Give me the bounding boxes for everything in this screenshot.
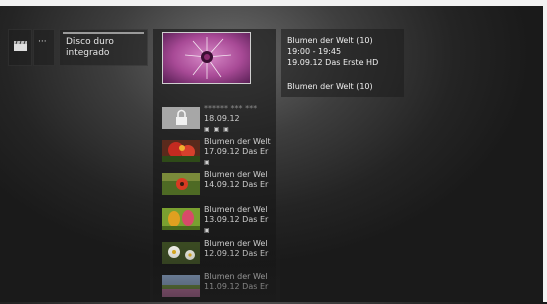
recording-item[interactable]: Blumen der Wel 13.09.12 Das Er ▣ bbox=[162, 205, 272, 237]
recording-item[interactable]: Blumen der Wel 11.09.12 Das Er bbox=[162, 272, 272, 304]
info-title: Blumen der Welt (10) bbox=[287, 36, 373, 45]
selected-recording-thumbnail[interactable] bbox=[162, 32, 251, 84]
recording-date: 11.09.12 Das Er bbox=[204, 282, 269, 291]
lock-icon bbox=[176, 109, 187, 125]
recording-thumbnail bbox=[162, 208, 200, 230]
recording-date: 14.09.12 Das Er bbox=[204, 180, 269, 189]
clapperboard-icon bbox=[14, 41, 27, 51]
recording-status-icons: ▣ bbox=[204, 227, 211, 234]
recording-text: Blumen der Wel 14.09.12 Das Er bbox=[204, 170, 274, 190]
recording-title: ****** *** *** bbox=[204, 104, 258, 113]
recording-item[interactable]: Blumen der Wel 12.09.12 Das Er bbox=[162, 239, 272, 271]
recording-thumbnail bbox=[162, 275, 200, 297]
recording-thumbnail bbox=[162, 140, 200, 162]
internal-disk-label: Disco duro integrado bbox=[66, 37, 146, 59]
recording-text: Blumen der Wel 13.09.12 Das Er bbox=[204, 205, 274, 225]
recording-date: 13.09.12 Das Er bbox=[204, 215, 269, 224]
recording-text: ****** *** *** 18.09.12 bbox=[204, 104, 274, 124]
flower-preview-image bbox=[163, 33, 250, 83]
recording-title: Blumen der Wel bbox=[204, 205, 268, 214]
info-date-channel: 19.09.12 Das Erste HD bbox=[287, 58, 379, 67]
recording-item[interactable]: ****** *** *** 18.09.12 ▣ ▣ ▣ bbox=[162, 104, 272, 136]
red-flower-image bbox=[162, 140, 200, 162]
poppy-flower-image bbox=[162, 173, 200, 195]
recording-text: Blumen der Wel 11.09.12 Das Er bbox=[204, 272, 274, 292]
recording-title: Blumen der Welt bbox=[204, 137, 271, 146]
recording-item[interactable]: Blumen der Wel 14.09.12 Das Er bbox=[162, 170, 272, 202]
tulip-flower-image bbox=[162, 208, 200, 230]
recording-status-icons: ▣ bbox=[204, 159, 211, 166]
recording-date: 18.09.12 bbox=[204, 114, 240, 123]
recording-date: 12.09.12 Das Er bbox=[204, 249, 269, 258]
disk-label-line1: Disco duro bbox=[66, 37, 114, 47]
flower-field-image bbox=[162, 275, 200, 297]
recording-date: 17.09.12 Das Er bbox=[204, 147, 269, 156]
locked-recording-thumbnail bbox=[162, 107, 200, 129]
recording-thumbnail bbox=[162, 173, 200, 195]
recording-title: Blumen der Wel bbox=[204, 239, 268, 248]
recording-title: Blumen der Wel bbox=[204, 170, 268, 179]
recording-item[interactable]: Blumen der Welt 17.09.12 Das Er ▣ bbox=[162, 137, 272, 169]
screen-frame-right bbox=[543, 0, 547, 302]
more-label: ··· bbox=[38, 37, 47, 47]
recording-status-icons: ▣ ▣ ▣ bbox=[204, 126, 230, 133]
recording-thumbnail bbox=[162, 242, 200, 264]
screen-frame-top bbox=[0, 0, 547, 6]
daisy-flower-image bbox=[162, 242, 200, 264]
nav-tile-more[interactable] bbox=[33, 29, 55, 66]
info-time: 19:00 - 19:45 bbox=[287, 47, 342, 56]
recording-text: Blumen der Welt 17.09.12 Das Er bbox=[204, 137, 274, 157]
info-episode-title: Blumen der Welt (10) bbox=[287, 82, 373, 91]
recording-text: Blumen der Wel 12.09.12 Das Er bbox=[204, 239, 274, 259]
disk-label-line2: integrado bbox=[66, 48, 110, 58]
recording-title: Blumen der Wel bbox=[204, 272, 268, 281]
